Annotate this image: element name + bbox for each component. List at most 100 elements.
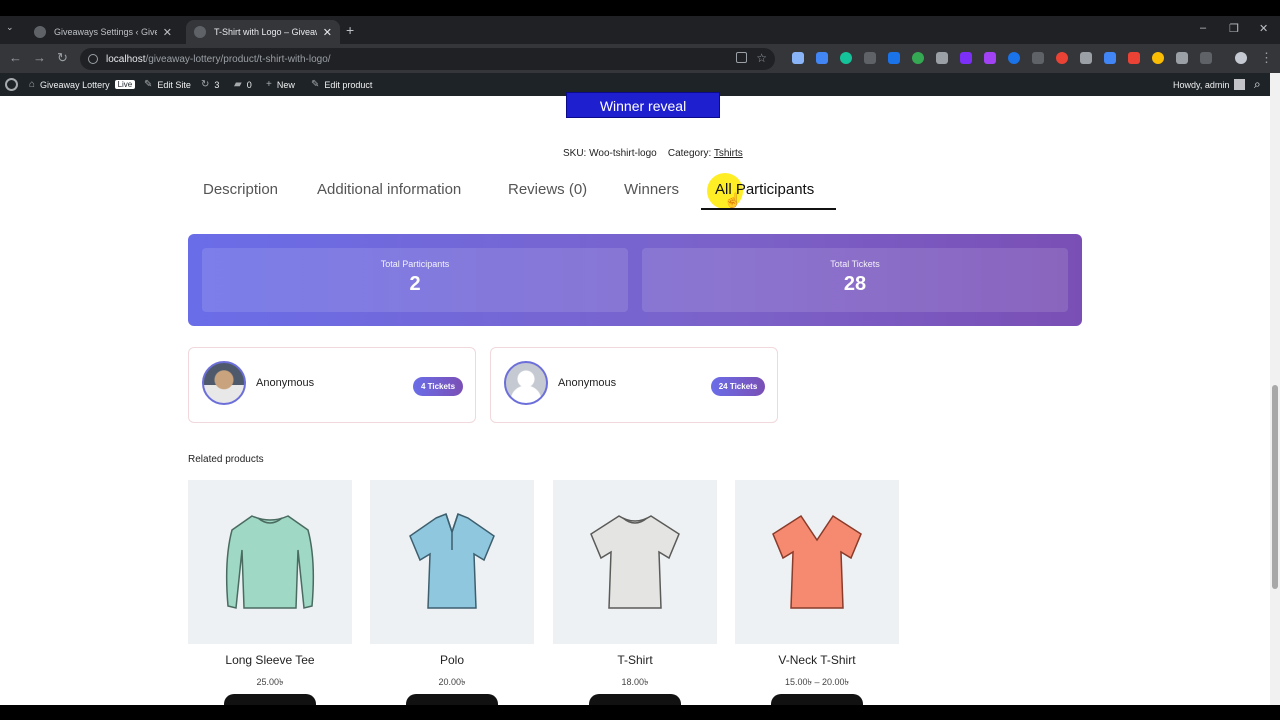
admin-bar-account[interactable]: Howdy, admin — [1173, 79, 1246, 90]
mouse-pointer-icon: ☝ — [724, 192, 742, 208]
product-price: 15.00৳ – 20.00৳ — [784, 677, 849, 687]
product-card-polo[interactable]: Polo 20.00৳ — [370, 480, 534, 708]
reload-icon[interactable]: ↻ — [57, 50, 68, 66]
live-badge: Live — [114, 80, 136, 89]
admin-bar-new[interactable]: + New — [266, 79, 295, 90]
tab-description[interactable]: Description — [203, 181, 278, 198]
minimize-icon[interactable]: – — [1200, 22, 1206, 34]
long-sleeve-shirt-icon — [225, 515, 315, 609]
admin-bar-comments[interactable]: ▰ 0 — [234, 79, 252, 90]
extension-icon[interactable] — [1128, 52, 1140, 64]
extension-icon[interactable] — [792, 52, 804, 64]
tab-winners[interactable]: Winners — [624, 181, 679, 198]
participant-avatar — [202, 361, 246, 405]
tab-title: T-Shirt with Logo – Giveaway L — [214, 27, 317, 37]
scrollbar-thumb[interactable] — [1272, 385, 1278, 589]
product-meta: SKU: Woo-tshirt-logo Category: Tshirts — [563, 148, 743, 159]
admin-bar-edit-product[interactable]: ✎ Edit product — [311, 79, 372, 90]
updates-icon: ↻ — [201, 79, 210, 90]
extension-icon[interactable] — [960, 52, 972, 64]
product-card-v-neck-t-shirt[interactable]: V-Neck T-Shirt 15.00৳ – 20.00৳ — [735, 480, 899, 708]
back-icon[interactable]: ← — [9, 50, 22, 65]
browser-tab-tshirt-with-logo[interactable]: T-Shirt with Logo – Giveaway L ✕ — [186, 20, 340, 44]
browser-tab-strip: ⌄ Giveaways Settings ‹ Giveaway L ✕ T-Sh… — [0, 16, 1280, 44]
tab-additional-information[interactable]: Additional information — [317, 181, 461, 198]
participant-name: Anonymous — [558, 377, 617, 389]
pencil-icon: ✎ — [144, 79, 153, 90]
product-name[interactable]: Long Sleeve Tee — [188, 653, 352, 667]
profile-avatar[interactable] — [1235, 52, 1247, 64]
polo-shirt-icon — [409, 513, 495, 609]
extension-icon[interactable] — [1056, 52, 1068, 64]
address-bar[interactable]: localhost/giveaway-lottery/product/t-shi… — [80, 48, 775, 70]
edit-product-label: Edit product — [324, 79, 373, 90]
participant-card: Anonymous 4 Tickets — [188, 347, 476, 423]
extension-icon[interactable] — [816, 52, 828, 64]
v-neck-shirt-icon — [772, 514, 862, 609]
browser-menu-icon[interactable]: ⋮ — [1260, 50, 1273, 66]
extension-icon[interactable] — [1008, 52, 1020, 64]
product-image[interactable] — [370, 480, 534, 644]
avatar — [1234, 79, 1246, 90]
url-host: localhost — [106, 53, 146, 65]
related-products-heading: Related products — [188, 454, 264, 465]
pen-icon[interactable] — [936, 52, 948, 64]
updates-count: 3 — [214, 79, 220, 90]
extension-icon[interactable] — [888, 52, 900, 64]
tab-reviews[interactable]: Reviews (0) — [508, 181, 587, 198]
extension-icon[interactable] — [1152, 52, 1164, 64]
maximize-icon[interactable]: ❐ — [1229, 22, 1239, 35]
winner-reveal-button[interactable]: Winner reveal — [566, 92, 720, 118]
new-tab-icon[interactable]: + — [346, 22, 354, 38]
product-image[interactable] — [188, 480, 352, 644]
comment-icon: ▰ — [234, 79, 242, 90]
os-top-bar — [0, 0, 1280, 16]
product-image[interactable] — [553, 480, 717, 644]
product-image[interactable] — [735, 480, 899, 644]
bookmark-star-icon[interactable]: ☆ — [756, 51, 767, 65]
extension-icon[interactable] — [984, 52, 996, 64]
tab-search-icon[interactable]: ⌄ — [6, 22, 14, 33]
page-scrollbar[interactable] — [1270, 73, 1280, 705]
extension-icon[interactable] — [912, 52, 924, 64]
forward-icon[interactable]: → — [33, 50, 46, 65]
admin-bar-edit-site[interactable]: ✎ Edit Site — [144, 79, 191, 90]
extensions-puzzle-icon[interactable] — [1200, 52, 1212, 64]
admin-bar-site[interactable]: ⌂ Giveaway Lottery Live — [29, 79, 136, 90]
product-name[interactable]: T-Shirt — [553, 653, 717, 667]
product-name[interactable]: Polo — [370, 653, 534, 667]
browser-tab-giveaways-settings[interactable]: Giveaways Settings ‹ Giveaway L ✕ — [26, 20, 180, 44]
extension-icon[interactable] — [1176, 52, 1188, 64]
ticket-count-badge: 24 Tickets — [711, 377, 765, 396]
participant-name: Anonymous — [256, 377, 315, 389]
close-tab-icon[interactable]: ✕ — [163, 26, 172, 39]
wordpress-logo-icon[interactable] — [5, 78, 18, 91]
extension-icon[interactable] — [1104, 52, 1116, 64]
comments-count: 0 — [246, 79, 252, 90]
close-tab-icon[interactable]: ✕ — [323, 26, 332, 39]
sku-value: Woo-tshirt-logo — [589, 148, 657, 159]
total-tickets-card: Total Tickets 28 — [642, 248, 1068, 312]
product-card-long-sleeve-tee[interactable]: Long Sleeve Tee 25.00৳ — [188, 480, 352, 708]
extension-icon[interactable] — [1080, 52, 1092, 64]
download-icon[interactable] — [1032, 52, 1044, 64]
product-name[interactable]: V-Neck T-Shirt — [735, 653, 899, 667]
extension-icon[interactable] — [864, 52, 876, 64]
category-link[interactable]: Tshirts — [714, 148, 743, 159]
product-card-t-shirt[interactable]: T-Shirt 18.00৳ — [553, 480, 717, 708]
translate-icon[interactable] — [736, 52, 747, 63]
os-bottom-bar — [0, 705, 1280, 720]
site-name: Giveaway Lottery — [40, 79, 110, 90]
category-label: Category: — [667, 148, 712, 159]
howdy-label: Howdy, admin — [1173, 79, 1230, 90]
new-label: New — [276, 79, 295, 90]
total-participants-card: Total Participants 2 — [202, 248, 628, 312]
participant-avatar — [504, 361, 548, 405]
admin-bar-updates[interactable]: ↻ 3 — [201, 79, 219, 90]
site-info-icon[interactable] — [88, 54, 98, 64]
grammarly-icon[interactable] — [840, 52, 852, 64]
product-price: 25.00৳ — [256, 677, 284, 687]
window-close-icon[interactable]: ✕ — [1259, 22, 1268, 35]
sku-label: SKU: — [563, 148, 587, 159]
search-icon[interactable]: ⌕ — [1254, 77, 1261, 92]
